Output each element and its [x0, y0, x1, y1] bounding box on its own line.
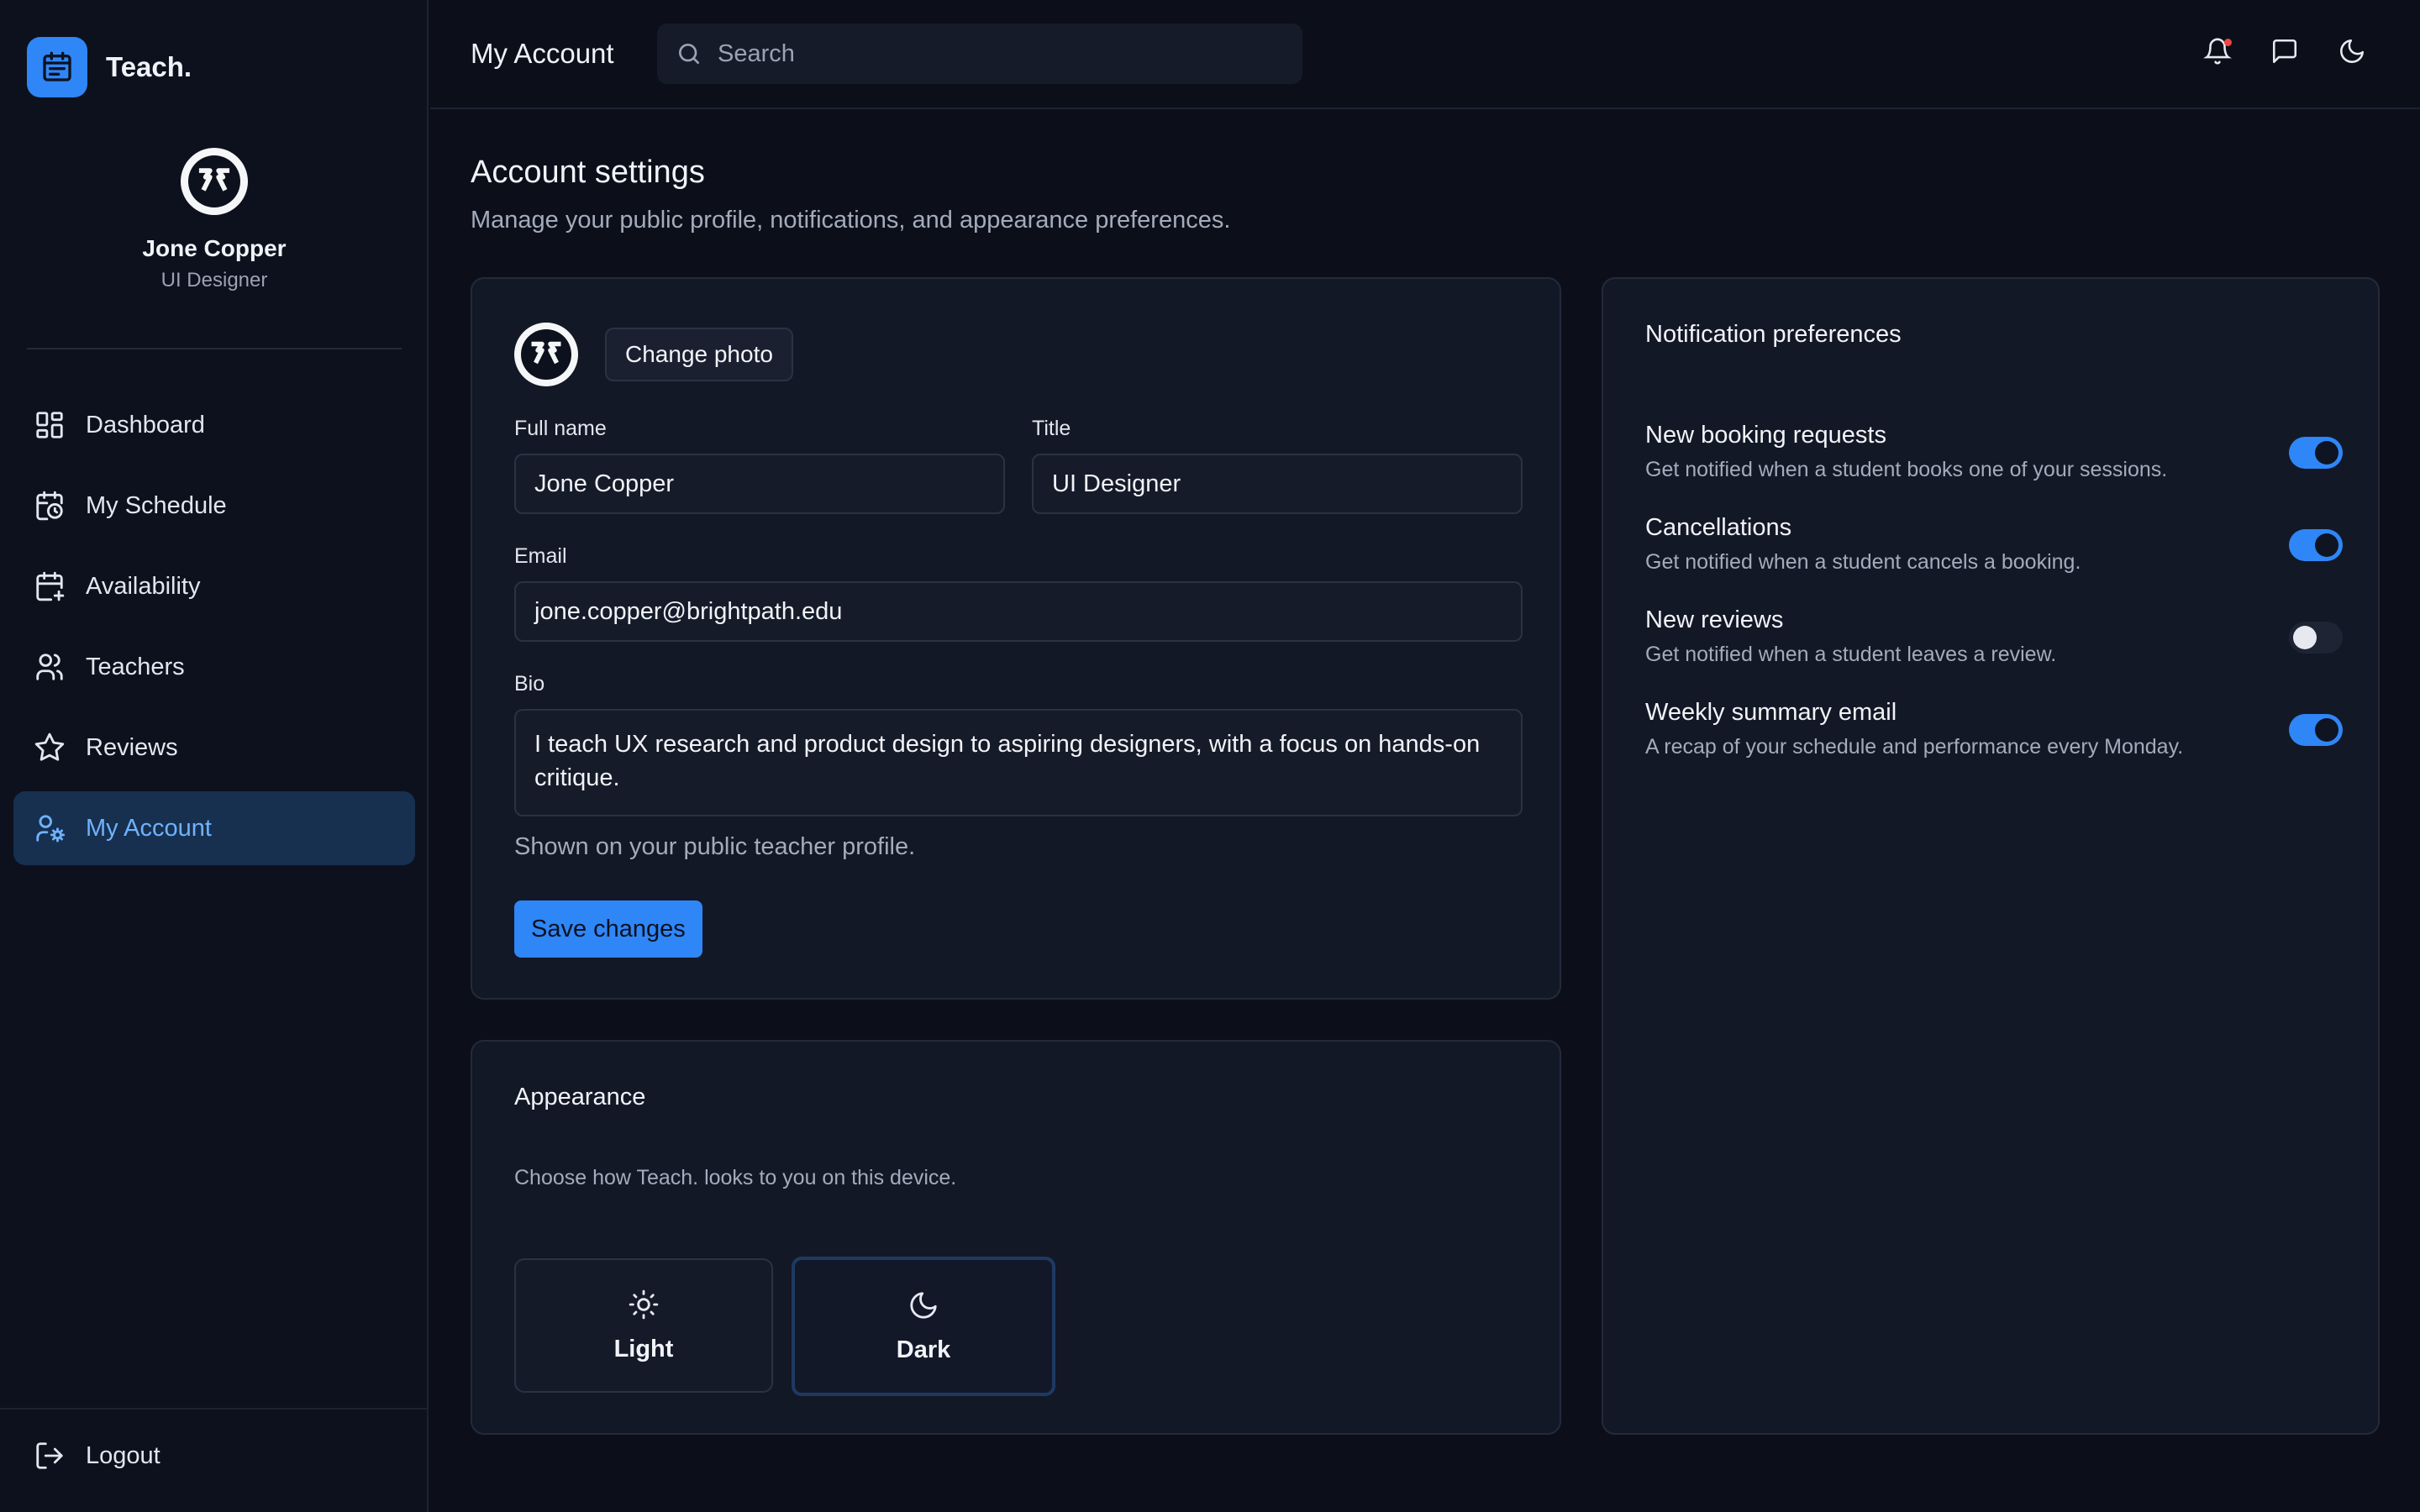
sidebar-item-label: My Account — [86, 814, 212, 842]
appearance-title: Appearance — [514, 1084, 646, 1110]
sidebar-item-my-account[interactable]: My Account — [13, 791, 415, 865]
profile-name: Jone Copper — [142, 235, 287, 261]
logout-button[interactable]: Logout — [34, 1440, 160, 1472]
notification-row-weekly-summary: Weekly summary email A recap of your sch… — [1645, 699, 2343, 759]
sidebar-item-dashboard[interactable]: Dashboard — [13, 388, 415, 462]
save-changes-button[interactable]: Save changes — [514, 900, 702, 958]
sidebar-item-label: Availability — [86, 572, 201, 600]
avatar — [514, 323, 578, 386]
toggle-knob — [2315, 441, 2338, 465]
section-heading: Account settings — [471, 155, 705, 190]
sidebar: Teach. Jone Copper UI Designer Dashboard… — [0, 0, 429, 1512]
sidebar-item-label: My Schedule — [86, 491, 227, 519]
theme-toggle-button[interactable] — [2338, 37, 2366, 66]
calendar-clock-icon — [36, 491, 63, 521]
photo-row: Change photo — [514, 323, 793, 386]
new-reviews-toggle[interactable] — [2289, 622, 2343, 654]
sidebar-item-label: Reviews — [86, 733, 178, 761]
sun-icon — [629, 1289, 659, 1319]
theme-option-light[interactable]: Light — [514, 1258, 773, 1393]
calendar-logo-icon — [27, 37, 87, 97]
calendar-plus-icon — [36, 571, 65, 601]
title-label: Title — [1032, 417, 1071, 440]
sidebar-item-label: Dashboard — [86, 411, 205, 438]
users-icon — [36, 654, 63, 680]
messages-button[interactable] — [2270, 37, 2299, 66]
toggle-knob — [2293, 626, 2317, 649]
appearance-card: Appearance Choose how Teach. looks to yo… — [471, 1040, 1561, 1435]
toggle-knob — [2315, 718, 2338, 742]
notification-title: New reviews — [1645, 606, 1784, 633]
sidebar-item-reviews[interactable]: Reviews — [13, 711, 415, 785]
full-name-label: Full name — [514, 417, 607, 440]
search-input[interactable] — [718, 39, 1255, 68]
sidebar-item-my-schedule[interactable]: My Schedule — [13, 469, 415, 543]
notification-title: Weekly summary email — [1645, 699, 1897, 726]
booking-requests-toggle[interactable] — [2289, 437, 2343, 469]
theme-option-label: Dark — [896, 1336, 951, 1363]
bio-textarea[interactable]: I teach UX research and product design t… — [514, 709, 1523, 816]
brand[interactable]: Teach. — [27, 37, 192, 97]
section-subheading: Manage your public profile, notification… — [471, 207, 1231, 234]
bio-label: Bio — [514, 672, 545, 696]
notifications-card: Notification preferences New booking req… — [1602, 277, 2380, 1435]
theme-option-dark[interactable]: Dark — [792, 1257, 1055, 1396]
top-actions — [2203, 37, 2366, 66]
sidebar-profile: Jone Copper UI Designer — [0, 148, 429, 292]
email-label: Email — [514, 544, 567, 568]
avatar — [181, 148, 248, 215]
bio-helper-text: Shown on your public teacher profile. — [514, 833, 916, 860]
notifications-button[interactable] — [2203, 37, 2232, 66]
notification-dot — [2224, 39, 2232, 46]
toggle-knob — [2315, 533, 2338, 557]
appearance-description: Choose how Teach. looks to you on this d… — [514, 1166, 957, 1189]
message-icon — [2272, 39, 2297, 64]
title-field[interactable]: UI Designer — [1032, 454, 1523, 514]
logout-label: Logout — [86, 1441, 160, 1469]
notification-title: Cancellations — [1645, 514, 1792, 541]
change-photo-button[interactable]: Change photo — [605, 328, 793, 381]
full-name-field[interactable]: Jone Copper — [514, 454, 1005, 514]
profile-card: Change photo Full name Jone Copper Title… — [471, 277, 1561, 1000]
profile-role: UI Designer — [160, 269, 268, 291]
page-title: My Account — [471, 38, 614, 69]
notification-row-cancellations: Cancellations Get notified when a studen… — [1645, 514, 2343, 575]
notification-title: New booking requests — [1645, 422, 1886, 449]
cancellations-toggle[interactable] — [2289, 529, 2343, 561]
top-bar: My Account — [430, 0, 2420, 109]
notification-description: Get notified when a student books one of… — [1645, 458, 2168, 481]
sidebar-nav: Dashboard My Schedule Availability Teach… — [13, 388, 415, 872]
sidebar-item-teachers[interactable]: Teachers — [13, 630, 415, 704]
logout-icon — [36, 1442, 63, 1469]
divider — [0, 1408, 429, 1410]
user-cog-icon — [36, 815, 66, 843]
notification-row-reviews: New reviews Get notified when a student … — [1645, 606, 2343, 667]
sidebar-item-availability[interactable]: Availability — [13, 549, 415, 623]
notification-row-booking: New booking requests Get notified when a… — [1645, 422, 2343, 482]
notification-description: Get notified when a student leaves a rev… — [1645, 643, 2057, 666]
moon-icon — [2340, 39, 2365, 63]
sidebar-item-label: Teachers — [86, 653, 185, 680]
star-icon — [34, 732, 65, 761]
dashboard-icon — [36, 412, 63, 438]
search-icon — [679, 44, 699, 64]
search-box[interactable] — [657, 24, 1302, 84]
email-field[interactable]: jone.copper@brightpath.edu — [514, 581, 1523, 642]
divider — [27, 348, 402, 349]
brand-name: Teach. — [106, 51, 192, 82]
notification-description: A recap of your schedule and performance… — [1645, 735, 2184, 759]
theme-option-label: Light — [613, 1335, 674, 1362]
notification-description: Get notified when a student cancels a bo… — [1645, 550, 2081, 574]
weekly-summary-toggle[interactable] — [2289, 714, 2343, 746]
moon-icon — [910, 1291, 937, 1319]
notifications-title: Notification preferences — [1645, 321, 1902, 348]
